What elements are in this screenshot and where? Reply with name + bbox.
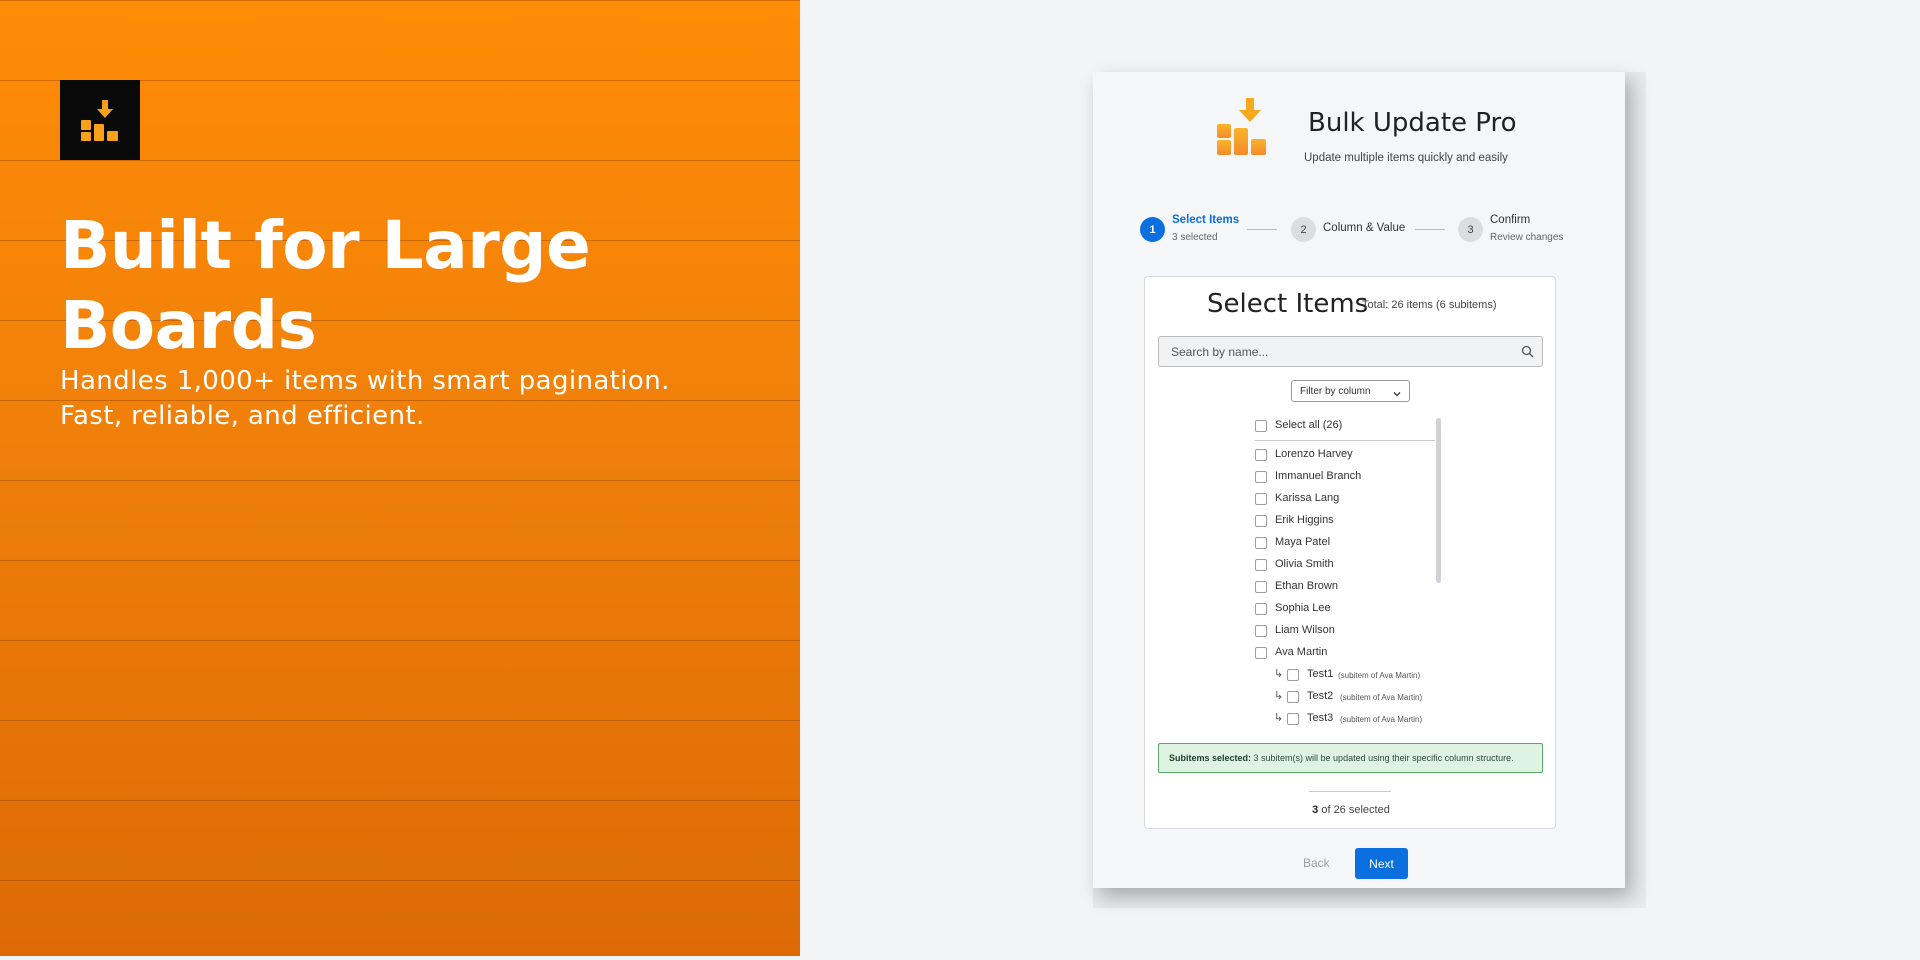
step-2-indicator[interactable]: 2 [1291,217,1316,242]
item-label: Karissa Lang [1275,492,1340,504]
hero-panel: Built for Large Boards Handles 1,000+ it… [0,0,800,956]
item-checkbox[interactable] [1255,581,1267,593]
subitem-checkbox[interactable] [1287,713,1299,725]
subitem-checkbox[interactable] [1287,669,1299,681]
list-item[interactable]: Ethan Brown [1255,578,1435,596]
select-all-row[interactable]: Select all (26) [1255,417,1435,435]
subitem-arrow-icon: ↳ [1274,668,1284,680]
item-checkbox[interactable] [1255,449,1267,461]
subitem-label: Test3 [1307,712,1334,724]
step-1-subtitle: 3 selected [1172,232,1218,243]
app-header: Bulk Update Pro Update multiple items qu… [1093,98,1625,168]
list-item[interactable]: Immanuel Branch [1255,468,1435,486]
subitem-arrow-icon: ↳ [1274,712,1284,724]
item-checkbox[interactable] [1255,625,1267,637]
step-connector [1247,229,1277,230]
divider [0,640,800,641]
app-subtitle: Update multiple items quickly and easily [1304,152,1508,164]
step-connector [1415,229,1445,230]
filter-label: Filter by column [1300,386,1371,397]
divider [0,0,800,1]
select-items-panel: Select Items Total: 26 items (6 subitems… [1144,276,1556,829]
step-3-title[interactable]: Confirm [1490,214,1530,226]
subitem-parent: (subitem of Ava Martin) [1340,693,1423,702]
item-label: Liam Wilson [1275,624,1335,636]
chevron-down-icon [1392,386,1402,404]
divider [0,720,800,721]
bulk-update-logo-icon [60,80,140,160]
subitem-row[interactable]: ↳ Test2 (subitem of Ava Martin) [1255,688,1435,706]
item-label: Ava Martin [1275,646,1328,658]
list-item[interactable]: Ava Martin [1255,644,1435,662]
divider [0,480,800,481]
item-label: Sophia Lee [1275,602,1331,614]
list-item[interactable]: Maya Patel [1255,534,1435,552]
item-checkbox[interactable] [1255,559,1267,571]
step-3-indicator[interactable]: 3 [1458,217,1483,242]
list-item[interactable]: Karissa Lang [1255,490,1435,508]
notice-text: 3 subitem(s) will be updated using their… [1251,753,1514,763]
select-all-checkbox[interactable] [1255,420,1267,432]
step-1-indicator[interactable]: 1 [1140,217,1165,242]
item-label: Ethan Brown [1275,580,1338,592]
item-label: Erik Higgins [1275,514,1334,526]
subitem-parent: (subitem of Ava Martin) [1338,671,1421,680]
item-label: Immanuel Branch [1275,470,1362,482]
item-label: Maya Patel [1275,536,1331,548]
divider [0,880,800,881]
total-count: Total: 26 items (6 subitems) [1362,299,1497,311]
list-item[interactable]: Olivia Smith [1255,556,1435,574]
subitem-checkbox[interactable] [1287,691,1299,703]
subitem-row[interactable]: ↳ Test1 (subitem of Ava Martin) [1255,666,1435,684]
hero-subtitle-line: Fast, reliable, and efficient. [60,401,425,431]
subitem-row[interactable]: ↳ Test3 (subitem of Ava Martin) [1255,710,1435,728]
selected-suffix: of 26 selected [1318,804,1390,816]
panel-title: Select Items [1207,289,1369,319]
items-list: Select all (26) Lorenzo Harvey Immanuel … [1255,415,1449,737]
item-checkbox[interactable] [1255,537,1267,549]
item-label: Olivia Smith [1275,558,1334,570]
subitem-label: Test1 [1307,668,1334,680]
list-divider [1255,440,1435,441]
next-button[interactable]: Next [1355,848,1408,879]
selection-count: 3 of 26 selected [1145,804,1557,816]
notice-heading: Subitems selected: [1169,753,1252,763]
search-icon[interactable] [1521,345,1534,363]
step-3-subtitle: Review changes [1490,232,1564,243]
list-item[interactable]: Liam Wilson [1255,622,1435,640]
list-item[interactable]: Lorenzo Harvey [1255,446,1435,464]
hero-title-line: Built for Large [60,207,591,284]
item-checkbox[interactable] [1255,471,1267,483]
app-title: Bulk Update Pro [1308,108,1517,138]
divider [0,160,800,161]
search-input[interactable]: Search by name... [1158,336,1543,367]
list-item[interactable]: Erik Higgins [1255,512,1435,530]
divider [0,800,800,801]
divider [0,560,800,561]
item-label: Lorenzo Harvey [1275,448,1353,460]
hero-title-line: Boards [60,287,317,364]
subitems-notice: Subitems selected: 3 subitem(s) will be … [1158,743,1543,773]
app-window: Bulk Update Pro Update multiple items qu… [1093,72,1625,888]
subitem-arrow-icon: ↳ [1274,690,1284,702]
filter-by-column-dropdown[interactable]: Filter by column [1291,380,1410,402]
select-all-label: Select all (26) [1275,419,1343,431]
subitem-parent: (subitem of Ava Martin) [1340,715,1423,724]
step-1-title[interactable]: Select Items [1172,214,1239,226]
app-logo-icon [1215,98,1271,161]
item-checkbox[interactable] [1255,603,1267,615]
list-item[interactable]: Sophia Lee [1255,600,1435,618]
item-checkbox[interactable] [1255,493,1267,505]
subitem-label: Test2 [1307,690,1334,702]
item-checkbox[interactable] [1255,647,1267,659]
hero-title: Built for Large Boards [60,206,700,366]
step-2-title[interactable]: Column & Value [1323,222,1405,234]
back-button[interactable]: Back [1303,856,1330,870]
stepper: 1 Select Items 3 selected 2 Column & Val… [1093,210,1625,250]
hero-subtitle-line: Handles 1,000+ items with smart paginati… [60,366,670,396]
search-placeholder: Search by name... [1171,345,1269,359]
count-divider [1309,791,1391,792]
hero-subtitle: Handles 1,000+ items with smart paginati… [60,364,760,434]
item-checkbox[interactable] [1255,515,1267,527]
